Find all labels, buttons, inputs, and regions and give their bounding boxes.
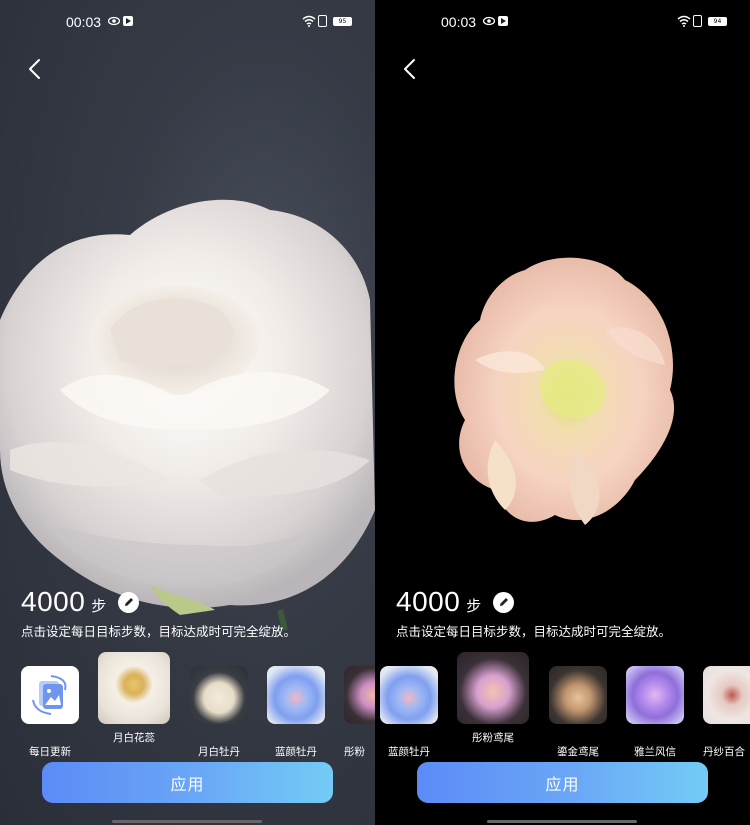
carnation-flower-image	[454, 257, 675, 525]
thumb-image	[267, 666, 325, 724]
left-panel: 00:03 95 4000 步 点击设定每日目标步数，目标达成时可完全绽放。 每…	[0, 0, 375, 825]
play-icon	[498, 16, 508, 26]
goal-hint: 点击设定每日目标步数，目标达成时可完全绽放。	[396, 624, 672, 639]
thumb-label: 月白花蕊	[113, 732, 155, 744]
style-thumbnails: 每日更新 月白花蕊 月白牡丹 蓝颜牡丹 彤粉	[0, 652, 375, 758]
thumb-image	[21, 666, 79, 724]
step-goal[interactable]: 4000 步	[396, 586, 515, 618]
battery-icon: 95	[333, 17, 352, 26]
status-time: 00:03	[441, 14, 477, 30]
image-stack-icon	[32, 675, 67, 715]
thumb-label: 彤粉	[344, 746, 365, 758]
edit-button[interactable]	[493, 591, 515, 613]
thumb-image	[380, 666, 438, 724]
thumb-image	[626, 666, 684, 724]
step-count: 4000	[396, 586, 461, 617]
status-time: 00:03	[66, 14, 102, 30]
eye-icon	[483, 16, 495, 26]
apply-button[interactable]: 应用	[42, 762, 333, 803]
sim-icon	[318, 15, 327, 27]
step-unit: 步	[466, 596, 482, 615]
thumb-label: 彤粉鸢尾	[472, 732, 514, 744]
home-indicator[interactable]	[487, 820, 637, 823]
step-count: 4000	[21, 586, 86, 617]
pencil-icon	[124, 598, 133, 606]
thumb-image	[344, 666, 375, 724]
step-unit: 步	[91, 596, 107, 615]
right-panel: 00:03 94 4000 步 点击设定每日目标步数，目标达成时可完全绽放。 蓝…	[375, 0, 750, 825]
thumb-image	[190, 666, 248, 724]
screen-pair: 00:03 95 4000 步 点击设定每日目标步数，目标达成时可完全绽放。 每…	[0, 0, 750, 825]
goal-hint: 点击设定每日目标步数，目标达成时可完全绽放。	[21, 624, 297, 639]
back-icon[interactable]	[401, 58, 419, 80]
pencil-icon	[499, 598, 508, 606]
style-thumbnails: 蓝颜牡丹 彤粉鸢尾 鎏金鸢尾 雅兰风信 丹纱百合	[375, 652, 750, 758]
thumb-label: 蓝颜牡丹	[388, 746, 430, 758]
thumb-label: 鎏金鸢尾	[557, 746, 599, 758]
edit-button[interactable]	[118, 591, 140, 613]
peony-flower-image	[0, 199, 375, 630]
eye-icon	[108, 16, 120, 26]
step-goal[interactable]: 4000 步	[21, 586, 140, 618]
thumb-image	[549, 666, 607, 724]
battery-icon: 94	[708, 17, 727, 26]
home-indicator[interactable]	[112, 820, 262, 823]
thumb-image	[98, 652, 170, 724]
thumb-label: 丹纱百合	[703, 746, 745, 758]
thumb-label: 蓝颜牡丹	[275, 746, 317, 758]
play-icon	[123, 16, 133, 26]
back-icon[interactable]	[26, 58, 44, 80]
thumb-image	[457, 652, 529, 724]
apply-button[interactable]: 应用	[417, 762, 708, 803]
wifi-icon	[677, 15, 691, 27]
thumb-label: 雅兰风信	[634, 746, 676, 758]
status-bar: 00:03 95	[0, 12, 375, 32]
sim-icon	[693, 15, 702, 27]
thumb-label: 月白牡丹	[198, 746, 240, 758]
thumb-label: 每日更新	[29, 746, 71, 758]
wifi-icon	[302, 15, 316, 27]
status-bar: 00:03 94	[375, 12, 750, 32]
thumb-image	[703, 666, 750, 724]
